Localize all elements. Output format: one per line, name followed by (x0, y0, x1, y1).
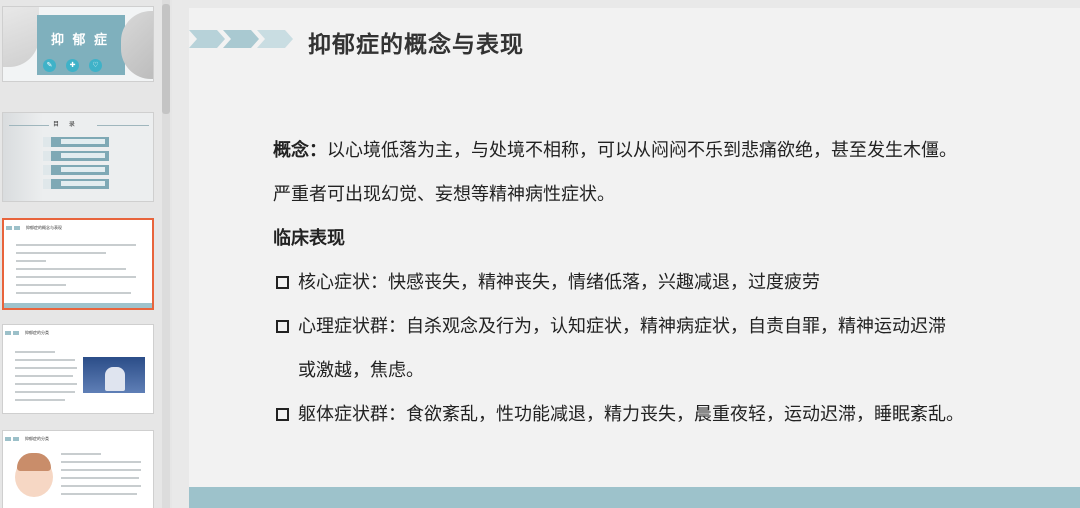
slide-thumbnail-2[interactable]: 目 录 (2, 112, 154, 202)
slide-thumbnail-3[interactable]: 抑郁症的概念与表现 (2, 218, 154, 310)
slide-bottom-band (189, 487, 1080, 508)
concept-paragraph: 概念：以心境低落为主，与处境不相称，可以从闷闷不乐到悲痛欲绝，甚至发生木僵。 (273, 129, 1033, 173)
first-aid-icon: ✚ (66, 59, 79, 72)
checkbox-bullet-icon (276, 276, 289, 289)
slide-title: 抑郁症的概念与表现 (308, 32, 524, 58)
thumb-title: 抑郁症的概念与表现 (26, 225, 62, 230)
contents-side-art (3, 113, 43, 201)
divider (97, 125, 149, 126)
cover-face-image (121, 11, 153, 79)
bullet-item: 躯体症状群：食欲紊乱，性功能减退，精力丧失，晨重夜轻，运动迟滞，睡眠紊乱。 (273, 393, 1033, 437)
bullet-text: 心理症状群：自杀观念及行为，认知症状，精神病症状，自责自罪，精神运动迟滞 (298, 316, 946, 337)
stressed-man-image (83, 357, 145, 393)
slide-thumbnail-4[interactable]: 抑郁症的分类 (2, 324, 154, 414)
bullet-text: 或激越，焦虑。 (298, 360, 424, 381)
bullet-item: 核心症状：快感丧失，精神丧失，情绪低落，兴趣减退，过度疲劳 (273, 261, 1033, 305)
concept-label: 概念： (273, 140, 327, 161)
contents-item (43, 165, 109, 175)
contents-item (43, 137, 109, 147)
thumb-title: 抑郁症的分类 (25, 436, 49, 441)
slide-thumbnail-1[interactable]: 抑 郁 症 ✎ ✚ ♡ (2, 6, 154, 82)
bullet-text: 躯体症状群：食欲紊乱，性功能减退，精力丧失，晨重夜轻，运动迟滞，睡眠紊乱。 (298, 404, 964, 425)
thumbnail-scrollbar-thumb[interactable] (162, 4, 170, 114)
bullet-continuation: 或激越，焦虑。 (273, 349, 1033, 393)
bullet-text: 核心症状：快感丧失，精神丧失，情绪低落，兴趣减退，过度疲劳 (298, 272, 820, 293)
slide-content: 概念：以心境低落为主，与处境不相称，可以从闷闷不乐到悲痛欲绝，甚至发生木僵。 严… (273, 129, 1033, 437)
slide-thumbnail-5[interactable]: 抑郁症的分类 (2, 430, 154, 508)
title-chevrons (189, 30, 293, 48)
slide-thumbnail-panel: 抑 郁 症 ✎ ✚ ♡ 目 录 抑郁症的概念与表现 抑郁症的分类 抑郁症的分类 (0, 0, 172, 508)
contents-item (43, 151, 109, 161)
checkbox-bullet-icon (276, 320, 289, 333)
cover-title: 抑 郁 症 (51, 33, 110, 48)
bullet-item: 心理症状群：自杀观念及行为，认知症状，精神病症状，自责自罪，精神运动迟滞 (273, 305, 1033, 349)
syringe-icon: ✎ (43, 59, 56, 72)
clinical-heading: 临床表现 (273, 228, 345, 249)
cover-hand-image (3, 7, 39, 67)
checkbox-bullet-icon (276, 408, 289, 421)
contents-item (43, 179, 109, 189)
concept-text: 以心境低落为主，与处境不相称，可以从闷闷不乐到悲痛欲绝，甚至发生木僵。 (327, 140, 957, 161)
contents-title: 目 录 (53, 121, 79, 128)
divider (9, 125, 49, 126)
slide-canvas[interactable]: 抑郁症的概念与表现 概念：以心境低落为主，与处境不相称，可以从闷闷不乐到悲痛欲绝… (189, 8, 1080, 508)
concept-text-2: 严重者可出现幻觉、妄想等精神病性症状。 (273, 184, 615, 205)
thumb-title: 抑郁症的分类 (25, 330, 49, 335)
stethoscope-icon: ♡ (89, 59, 102, 72)
